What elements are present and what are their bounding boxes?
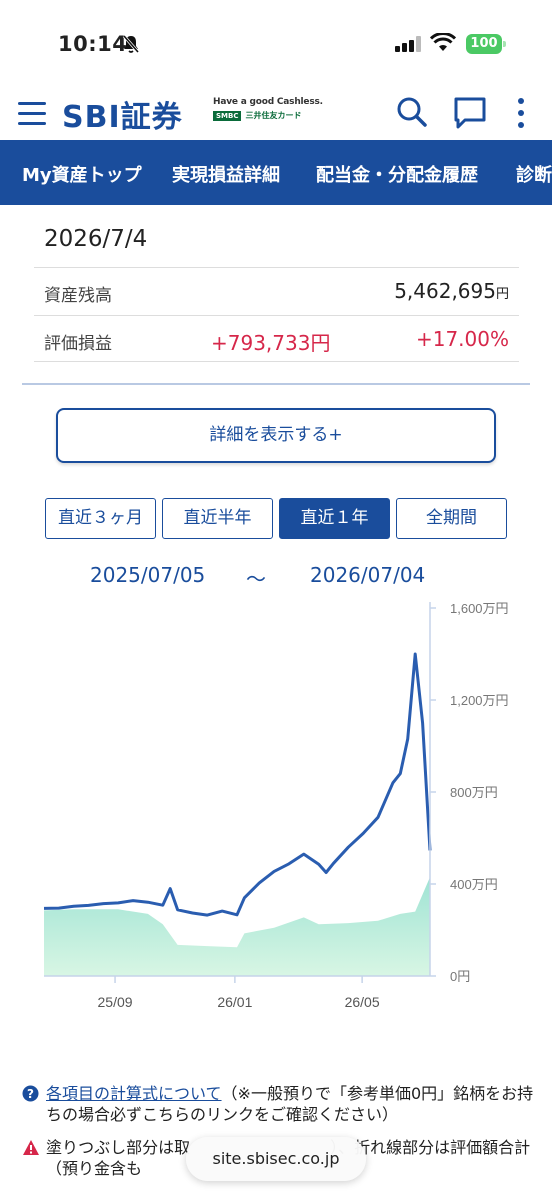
x-tick-label: 26/05	[345, 994, 380, 1010]
smbc-badge: SMBC	[213, 110, 242, 121]
more-vertical-icon[interactable]	[516, 96, 526, 130]
partner-banner[interactable]: Have a good Cashless. SMBC 三井住友カード	[213, 97, 323, 121]
y-tick-label: 1,200万円	[450, 693, 509, 708]
status-bar: 10:14 100	[0, 0, 552, 86]
total-value-line-series	[43, 652, 432, 917]
asset-chart: 1,600万円 1,200万円 800万円 400万円 0円 25/09 26/01 26/0…	[43, 601, 509, 1010]
period-6-months-button[interactable]: 直近半年	[162, 498, 273, 539]
cell-signal-icon	[395, 36, 421, 52]
sbi-logo[interactable]: SBI証券	[62, 92, 183, 136]
balance-label: 資産残高	[44, 286, 112, 306]
pl-value: +793,733円	[211, 331, 331, 355]
formula-link[interactable]: 各項目の計算式について	[46, 1084, 222, 1103]
partner-tagline: Have a good Cashless.	[213, 97, 323, 107]
period-3-months-button[interactable]: 直近３ヶ月	[45, 498, 156, 539]
tab-diagnosis[interactable]: 診断	[516, 161, 552, 187]
chat-icon[interactable]	[453, 96, 487, 130]
status-time: 10:14	[58, 32, 128, 56]
wifi-icon	[430, 33, 456, 51]
search-icon[interactable]	[396, 96, 428, 128]
tab-navigation: My資産トップ 実現損益詳細 配当金・分配金履歴 診断	[0, 140, 552, 205]
x-tick-label: 26/01	[217, 994, 252, 1010]
balance-unit: 円	[495, 287, 509, 302]
range-from: 2025/07/05	[90, 563, 206, 587]
app-header: SBI証券 Have a good Cashless. SMBC 三井住友カード	[0, 86, 552, 140]
tab-my-assets-top[interactable]: My資産トップ	[22, 161, 142, 187]
pl-label: 評価損益	[44, 334, 112, 354]
range-to: 2026/07/04	[310, 563, 426, 587]
balance-value-group: 5,462,695円	[394, 279, 509, 303]
y-tick-label: 400万円	[450, 877, 498, 892]
x-tick-label: 25/09	[98, 994, 133, 1010]
show-details-button[interactable]: 詳細を表示する+	[56, 408, 496, 463]
legend-note-text: 塗りつぶし部分は取	[46, 1138, 191, 1157]
period-1-year-button[interactable]: 直近１年	[279, 498, 390, 539]
pl-row: 評価損益 +793,733円 +17.00%	[34, 315, 519, 362]
balance-value: 5,462,695	[394, 279, 496, 303]
y-tick-label: 1,600万円	[450, 601, 509, 616]
partner-card-name: 三井住友カード	[245, 111, 302, 120]
help-icon: ?	[22, 1085, 39, 1102]
section-divider	[22, 383, 530, 385]
balance-row: 資産残高 5,462,695円	[34, 267, 519, 314]
period-all-button[interactable]: 全期間	[396, 498, 507, 539]
browser-url-bar[interactable]: site.sbisec.co.jp	[186, 1137, 366, 1181]
pl-percent: +17.00%	[415, 327, 509, 351]
hamburger-menu-icon[interactable]	[18, 102, 46, 128]
range-separator: 〜	[246, 567, 266, 591]
y-tick-label: 800万円	[450, 785, 498, 800]
deposit-area-series	[44, 877, 430, 976]
warning-icon	[23, 1140, 39, 1155]
bell-muted-icon	[122, 35, 140, 53]
svg-text:?: ?	[27, 1087, 34, 1101]
y-tick-label: 0円	[450, 969, 470, 984]
tab-dividend-history[interactable]: 配当金・分配金履歴	[316, 161, 478, 187]
battery-icon: 100	[466, 34, 506, 54]
summary-date: 2026/7/4	[44, 226, 148, 252]
note-formula: ? 各項目の計算式について（※一般預りで「参考単価0円」銘柄をお持ちの場合必ずこ…	[22, 1083, 537, 1125]
tab-realized-pl[interactable]: 実現損益詳細	[172, 161, 280, 187]
